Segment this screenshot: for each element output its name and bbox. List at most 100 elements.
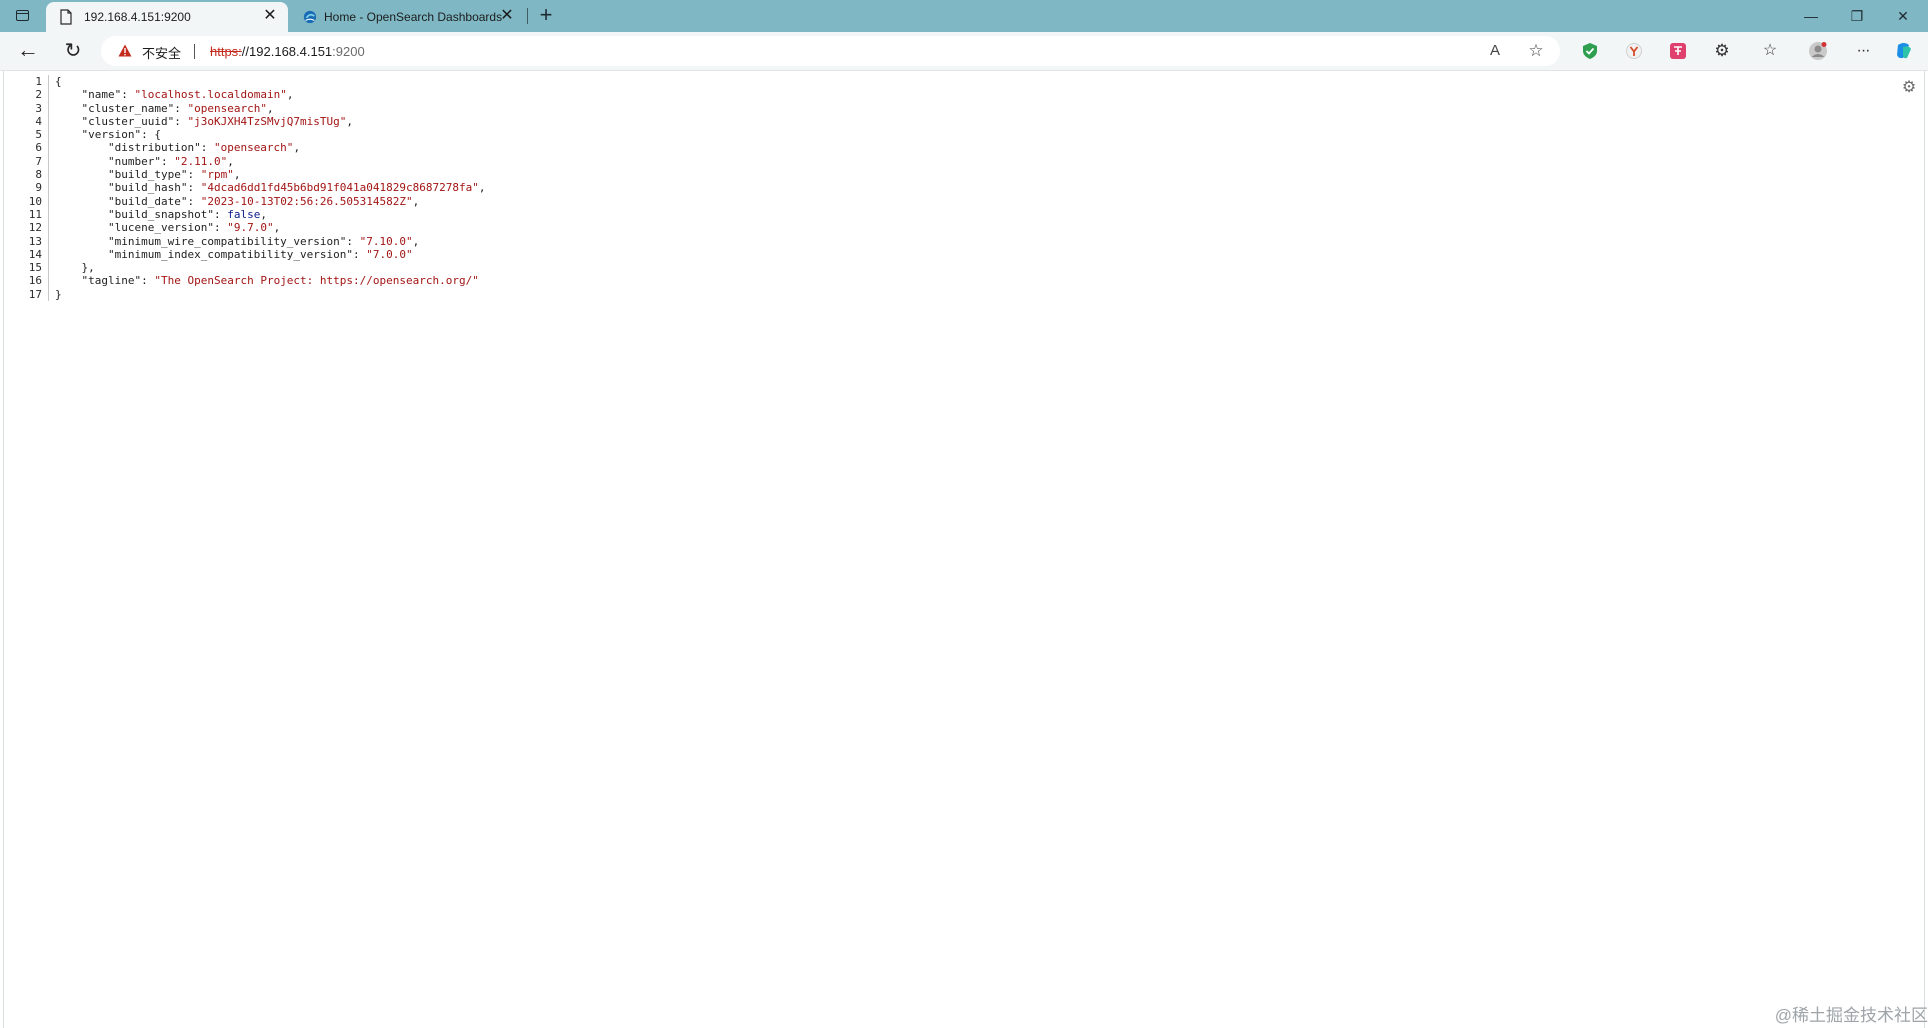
line-gutter <box>42 88 49 102</box>
new-tab-button[interactable]: + <box>534 4 558 28</box>
address-bar[interactable]: 不安全 https://192.168.4.151:9200 A ☆ <box>101 36 1560 66</box>
line-number: 15 <box>28 261 42 275</box>
translate-extension-icon[interactable] <box>1668 41 1688 61</box>
json-line: 6 "distribution": "opensearch", <box>18 141 486 155</box>
json-line: 11 "build_snapshot": false, <box>18 207 486 222</box>
json-code: "distribution": "opensearch", <box>107 141 301 155</box>
line-number: 6 <box>35 141 42 155</box>
restore-button[interactable]: ❐ <box>1834 0 1880 32</box>
line-number: 4 <box>35 114 42 128</box>
json-code: "build_type": "rpm", <box>107 168 241 182</box>
line-number: 16 <box>28 274 42 288</box>
line-number: 5 <box>35 128 42 142</box>
tab-close-button[interactable]: ✕ <box>498 7 516 25</box>
line-number: 8 <box>35 168 42 182</box>
json-line: 13 "minimum_wire_compatibility_version":… <box>18 234 486 248</box>
json-code: { <box>55 75 62 88</box>
url-scheme: https: <box>210 44 242 59</box>
more-options-button[interactable]: ··· <box>1853 41 1873 61</box>
line-number: 9 <box>35 181 42 195</box>
line-number: 1 <box>35 75 42 88</box>
line-gutter <box>42 194 49 208</box>
opensearch-logo-icon <box>303 10 317 24</box>
warning-icon[interactable] <box>118 44 132 57</box>
y-extension-icon[interactable] <box>1624 41 1644 61</box>
line-number: 12 <box>28 221 42 235</box>
line-gutter <box>42 274 49 288</box>
line-number: 14 <box>28 247 42 261</box>
json-code: }, <box>55 261 95 275</box>
close-window-button[interactable]: ✕ <box>1880 0 1926 32</box>
json-code: "version": { <box>81 128 161 142</box>
back-button[interactable]: ← <box>14 37 42 65</box>
json-code: "lucene_version": "9.7.0", <box>107 221 281 235</box>
json-code: "number": "2.11.0", <box>107 154 234 168</box>
tab-divider <box>527 8 528 24</box>
tab-title: Home - OpenSearch Dashboards <box>324 10 503 24</box>
json-code: "cluster_name": "opensearch", <box>81 101 274 115</box>
line-gutter <box>42 128 49 142</box>
json-line: 2 "name": "localhost.localdomain", <box>18 88 486 102</box>
json-line: 7 "number": "2.11.0", <box>18 154 486 169</box>
json-line: 3 "cluster_name": "opensearch", <box>18 101 486 115</box>
tab-actions-icon <box>16 10 29 21</box>
json-code: "minimum_index_compatibility_version": "… <box>107 247 413 261</box>
line-gutter <box>42 75 49 89</box>
line-gutter <box>42 247 49 262</box>
profile-avatar-icon[interactable] <box>1808 41 1828 61</box>
line-gutter <box>42 101 49 115</box>
json-code: "build_hash": "4dcad6dd1fd45b6bd91f041a0… <box>107 181 486 195</box>
json-line: 17} <box>18 287 486 302</box>
line-gutter <box>42 234 49 248</box>
line-gutter <box>42 154 49 169</box>
json-code: "name": "localhost.localdomain", <box>81 88 294 102</box>
json-line: 12 "lucene_version": "9.7.0", <box>18 221 486 235</box>
json-line: 5 "version": { <box>18 128 486 142</box>
json-code: } <box>55 287 62 301</box>
json-code: "minimum_wire_compatibility_version": "7… <box>107 234 420 248</box>
json-code: "tagline": "The OpenSearch Project: http… <box>81 274 479 288</box>
read-aloud-icon[interactable]: A <box>1486 42 1504 60</box>
json-line: 1{ <box>18 75 486 89</box>
json-line: 8 "build_type": "rpm", <box>18 168 486 182</box>
line-number: 10 <box>28 194 42 208</box>
line-gutter <box>42 221 49 235</box>
copilot-icon[interactable] <box>1894 41 1914 61</box>
json-line: 4 "cluster_uuid": "j3oKJXH4TzSMvjQ7misTU… <box>18 114 486 129</box>
json-code: "build_date": "2023-10-13T02:56:26.50531… <box>107 194 420 208</box>
url-host: 192.168.4.151 <box>249 44 333 59</box>
add-favorite-icon[interactable]: ☆ <box>1527 42 1545 60</box>
tab-current[interactable]: 192.168.4.151:9200 ✕ <box>46 2 288 32</box>
line-number: 2 <box>35 88 42 102</box>
security-status-label[interactable]: 不安全 <box>142 43 181 62</box>
settings-icon[interactable]: ⚙ <box>1900 79 1918 97</box>
line-gutter <box>42 141 49 155</box>
tab-actions-menu-button[interactable] <box>12 7 34 25</box>
page-icon <box>60 9 72 25</box>
address-separator <box>194 44 195 59</box>
json-line: 14 "minimum_index_compatibility_version"… <box>18 247 486 262</box>
url-slashes: // <box>241 44 250 59</box>
extensions-icon[interactable]: ⚙ <box>1712 41 1732 61</box>
shield-extension-icon[interactable] <box>1580 41 1600 61</box>
line-gutter <box>42 114 49 129</box>
watermark-text: @稀土掘金技术社区 <box>1774 1006 1928 1025</box>
line-number: 17 <box>28 287 42 301</box>
favorites-icon[interactable]: ☆ <box>1760 41 1780 61</box>
line-gutter <box>42 168 49 182</box>
line-gutter <box>42 261 49 275</box>
reload-button[interactable]: ↻ <box>59 37 87 65</box>
line-number: 11 <box>28 207 42 221</box>
line-gutter <box>42 207 49 222</box>
url-text[interactable]: https://192.168.4.151:9200 <box>210 44 365 59</box>
json-line: 9 "build_hash": "4dcad6dd1fd45b6bd91f041… <box>18 181 486 195</box>
json-line: 15 }, <box>18 261 486 275</box>
json-viewer: 1{2 "name": "localhost.localdomain", 3 "c… <box>18 75 486 302</box>
json-code: "build_snapshot": false, <box>107 207 267 221</box>
json-line: 16 "tagline": "The OpenSearch Project: h… <box>18 274 486 288</box>
tab-close-button[interactable]: ✕ <box>261 7 279 25</box>
browser-toolbar: ← ↻ 不安全 https://192.168.4.151:9200 A ☆ ⚙… <box>0 32 1928 71</box>
minimize-button[interactable]: — <box>1788 0 1834 32</box>
tab-opensearch-dashboards[interactable]: Home - OpenSearch Dashboards ✕ <box>290 2 525 32</box>
line-number: 7 <box>35 154 42 168</box>
